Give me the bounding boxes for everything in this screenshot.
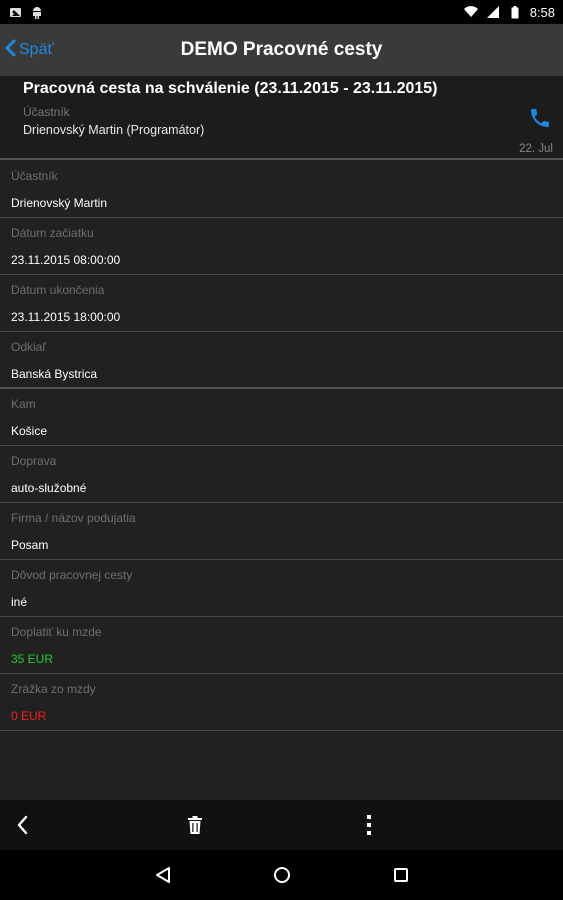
android-notification-icon <box>30 5 44 19</box>
nav-home-icon[interactable] <box>260 850 304 900</box>
field-value: Košice <box>11 424 48 438</box>
wifi-icon <box>463 5 478 19</box>
field-salary-deduction: Zrážka zo mzdy 0 EUR <box>0 674 563 731</box>
battery-icon <box>508 5 522 19</box>
participant-caption: Účastník <box>23 105 70 119</box>
nav-recents-icon[interactable] <box>379 850 423 900</box>
field-label: Kam <box>11 397 36 411</box>
trip-date: 22. Jul <box>519 143 553 155</box>
app-bar: Späť DEMO Pracovné cesty <box>0 24 563 76</box>
field-label: Dátum začiatku <box>11 226 94 240</box>
field-value: 35 EUR <box>11 652 54 666</box>
field-value: auto-služobné <box>11 481 87 495</box>
trip-details-list: Účastník Drienovský Martin Dátum začiatk… <box>0 161 563 731</box>
bottom-toolbar <box>0 800 563 850</box>
field-label: Účastník <box>11 169 58 183</box>
field-label: Zrážka zo mzdy <box>11 682 96 696</box>
field-label: Odkiaľ <box>11 340 46 354</box>
back-button-label: Späť <box>19 41 54 58</box>
chevron-left-icon <box>4 39 16 61</box>
back-button[interactable]: Späť <box>4 24 53 76</box>
field-label: Doplatiť ku mzde <box>11 625 102 639</box>
trip-title: Pracovná cesta na schválenie (23.11.2015… <box>23 80 438 97</box>
field-transport: Doprava auto-služobné <box>0 446 563 503</box>
field-value: 23.11.2015 18:00:00 <box>11 310 121 324</box>
trip-header-card: Pracovná cesta na schválenie (23.11.2015… <box>0 76 563 160</box>
page-title: DEMO Pracovné cesty <box>180 39 383 60</box>
back-arrow-icon[interactable] <box>2 800 42 850</box>
field-value: Posam <box>11 538 49 552</box>
field-company-event: Firma / názov podujatia Posam <box>0 503 563 560</box>
status-bar: 8:58 <box>0 0 563 24</box>
status-bar-system: 8:58 <box>463 4 555 20</box>
field-label: Doprava <box>11 454 57 468</box>
field-value: 23.11.2015 08:00:00 <box>11 253 121 267</box>
field-start-date: Dátum začiatku 23.11.2015 08:00:00 <box>0 218 563 275</box>
image-notification-icon <box>8 5 22 19</box>
field-value: Banská Bystrica <box>11 367 98 381</box>
field-end-date: Dátum ukončenia 23.11.2015 18:00:00 <box>0 275 563 332</box>
status-time: 8:58 <box>529 4 555 20</box>
field-value: Drienovský Martin <box>11 196 108 210</box>
signal-icon <box>486 5 500 19</box>
field-value: iné <box>11 595 28 609</box>
overflow-menu-icon[interactable] <box>349 800 389 850</box>
field-label: Firma / názov podujatia <box>11 511 136 525</box>
field-value: 0 EUR <box>11 709 47 723</box>
field-label: Dôvod pracovnej cesty <box>11 568 133 582</box>
status-bar-notifications <box>8 5 44 19</box>
field-trip-reason: Dôvod pracovnej cesty iné <box>0 560 563 617</box>
field-participant: Účastník Drienovský Martin <box>0 161 563 218</box>
field-label: Dátum ukončenia <box>11 283 105 297</box>
nav-back-icon[interactable] <box>141 850 185 900</box>
system-nav-bar <box>0 850 563 900</box>
field-salary-addition: Doplatiť ku mzde 35 EUR <box>0 617 563 674</box>
field-from: Odkiaľ Banská Bystrica <box>0 332 563 389</box>
phone-icon[interactable] <box>528 106 552 130</box>
field-to: Kam Košice <box>0 389 563 446</box>
participant-name: Drienovský Martin (Programátor) <box>23 123 205 137</box>
trash-icon[interactable] <box>175 800 215 850</box>
